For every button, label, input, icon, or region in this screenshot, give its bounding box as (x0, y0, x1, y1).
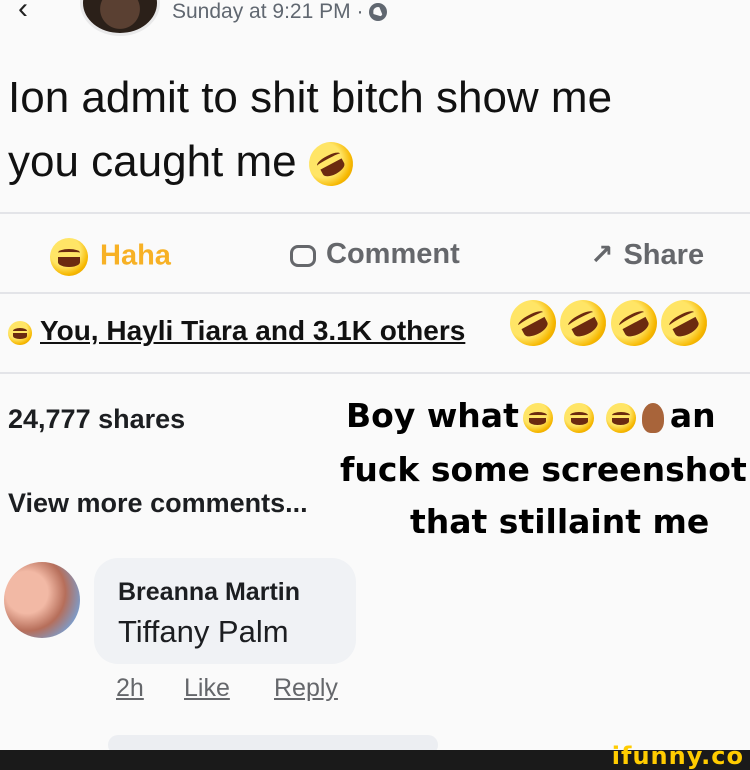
comment-text: Tiffany Palm (118, 614, 289, 649)
ok-hand-emoji-icon (641, 402, 664, 433)
overlay-caption-line3: that stillaint me (410, 502, 710, 541)
view-more-comments-link[interactable]: View more comments... (8, 488, 308, 519)
overlay-caption-line1-end: an (669, 396, 716, 435)
rofl-emoji-icon (552, 291, 615, 355)
globe-icon (369, 3, 388, 21)
rofl-emoji-icon (501, 291, 565, 355)
share-arrow-icon: ↗ (590, 239, 614, 270)
commenter-avatar[interactable] (4, 562, 80, 638)
share-button[interactable]: ↗ Share (590, 238, 704, 272)
back-arrow-icon[interactable]: ‹ (18, 0, 28, 26)
rofl-emoji-icon (653, 291, 716, 355)
comment-button[interactable]: Comment (290, 238, 460, 271)
reactions-summary[interactable]: You, Hayli Tiara and 3.1K others (8, 315, 465, 347)
post-text-line2-text: you caught me (8, 137, 297, 186)
overlay-caption-line1: Boy what an (346, 396, 716, 435)
divider (0, 372, 750, 374)
rofl-emoji-icon (301, 134, 361, 195)
rofl-emoji-row (501, 291, 716, 355)
reactions-names[interactable]: You, Hayli Tiara and 3.1K others (40, 315, 465, 346)
share-label: Share (623, 239, 705, 271)
comment-time: 2h (116, 674, 144, 702)
comment-like-button[interactable]: Like (184, 674, 230, 703)
haha-reaction-icon (8, 320, 32, 345)
divider (0, 292, 750, 294)
tears-of-joy-emoji-icon (605, 402, 636, 433)
overlay-caption-line1-text: Boy what (346, 396, 519, 435)
overlay-caption-line2: fuck some screenshot (340, 450, 747, 489)
haha-label: Haha (100, 239, 171, 272)
comment-bubble-icon (290, 245, 316, 267)
post-text: Ion admit to shit bitch show me you caug… (8, 66, 738, 195)
comment-author[interactable]: Breanna Martin (118, 578, 300, 607)
tears-of-joy-emoji-icon (564, 402, 595, 433)
comment-reply-button[interactable]: Reply (274, 674, 338, 703)
timestamp-text: Sunday at 9:21 PM · (172, 0, 364, 23)
comment-label: Comment (326, 238, 460, 270)
post-text-line1: Ion admit to shit bitch show me (8, 73, 613, 122)
shares-count[interactable]: 24,777 shares (8, 404, 185, 435)
ifunny-watermark: ifunny.co (611, 742, 744, 770)
divider (0, 212, 750, 214)
post-text-line2: you caught me (8, 130, 738, 195)
haha-emoji-icon (50, 238, 88, 276)
post-timestamp: Sunday at 9:21 PM · (172, 0, 388, 24)
haha-button[interactable]: Haha (50, 238, 171, 276)
rofl-emoji-icon (602, 291, 666, 355)
poster-avatar[interactable] (80, 0, 160, 36)
tears-of-joy-emoji-icon (522, 402, 553, 433)
